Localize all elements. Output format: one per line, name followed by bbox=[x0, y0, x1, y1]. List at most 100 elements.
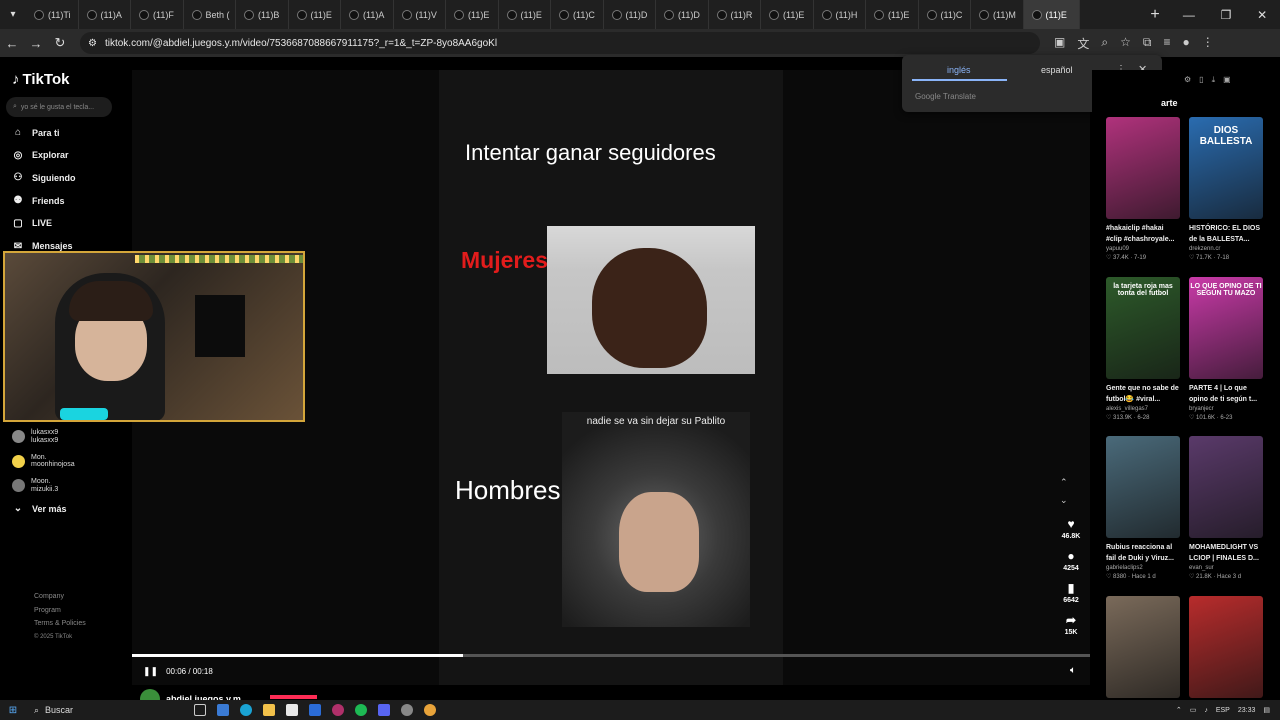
related-video-card[interactable]: Rubius reacciona al fail de Duki y Viruz… bbox=[1106, 436, 1180, 582]
browser-tab[interactable]: (11)Ti bbox=[26, 0, 79, 29]
bookmark-star-icon[interactable]: ☆ bbox=[1120, 35, 1131, 52]
app-icon[interactable] bbox=[332, 704, 344, 716]
browser-tab[interactable]: (11)E bbox=[499, 0, 551, 29]
extensions-icon[interactable]: ⧉ bbox=[1143, 35, 1152, 52]
next-video-icon[interactable]: ⌄ bbox=[1060, 491, 1068, 509]
notification-icon[interactable]: ▤ bbox=[1263, 706, 1270, 714]
related-video-card[interactable]: DIOS BALLESTA HISTÓRICO: EL DIOS de la BA… bbox=[1189, 117, 1263, 263]
browser-tab[interactable]: (11)H bbox=[814, 0, 866, 29]
task-view-icon[interactable] bbox=[194, 704, 206, 716]
related-video-card[interactable]: LO QUE OPINO DE TI SEGÚN TU MAZO PARTE 4 … bbox=[1189, 276, 1263, 423]
tab-label: (11)V bbox=[415, 9, 437, 20]
discord-icon[interactable] bbox=[378, 704, 390, 716]
store-icon[interactable] bbox=[286, 704, 298, 716]
tray-chevron-icon[interactable]: ⌃ bbox=[1176, 706, 1182, 714]
obs-icon[interactable] bbox=[401, 704, 413, 716]
forward-icon[interactable]: → bbox=[24, 36, 48, 51]
following-account[interactable]: Moon. mizukii.3 bbox=[12, 478, 58, 493]
tray-lang[interactable]: ESP bbox=[1216, 707, 1230, 714]
volume-icon[interactable]: 🔈︎ bbox=[1070, 665, 1076, 676]
copilot-icon[interactable] bbox=[217, 704, 229, 716]
close-window-icon[interactable]: ✕ bbox=[1257, 8, 1267, 22]
browser-tab[interactable]: (11)A bbox=[341, 0, 394, 29]
pause-icon[interactable]: ❚❚ bbox=[143, 666, 158, 677]
browser-menu-icon[interactable]: ⋮ bbox=[1202, 35, 1214, 52]
see-more-button[interactable]: ⌄ Ver más bbox=[12, 503, 67, 514]
browser-tab[interactable]: (11)D bbox=[656, 0, 709, 29]
windows-start-icon[interactable]: ⊞ bbox=[0, 705, 26, 716]
browser-tab[interactable]: (11)M bbox=[971, 0, 1024, 29]
sidebar-item-messages[interactable]: ✉ Mensajes bbox=[12, 241, 73, 252]
browser-tab[interactable]: (11)F bbox=[131, 0, 184, 29]
pip-icon[interactable]: ▣ bbox=[1223, 75, 1231, 85]
browser-tab[interactable]: (11)E bbox=[761, 0, 814, 29]
sidebar-item-compass[interactable]: ◎ Explorar bbox=[12, 150, 69, 161]
related-video-card[interactable]: MOHAMEDLIGHT VS LCIOP | FINALES D... evan… bbox=[1189, 436, 1263, 582]
tray-clock[interactable]: 23:33 bbox=[1238, 707, 1256, 714]
browser-tab[interactable]: (11)E bbox=[866, 0, 919, 29]
browser-tab[interactable]: (11)E bbox=[1023, 0, 1080, 29]
following-account[interactable]: Mon. moonhinojosa bbox=[12, 454, 75, 469]
video-progress-bar[interactable] bbox=[132, 654, 1090, 657]
translate-icon[interactable]: 文 bbox=[1077, 35, 1089, 52]
share-icon[interactable]: ➦ bbox=[1066, 613, 1076, 627]
maximize-icon[interactable]: ❐ bbox=[1221, 8, 1232, 22]
translate-tab-from[interactable]: inglés bbox=[947, 65, 971, 75]
tiktok-logo[interactable]: ♪ TikTok bbox=[12, 71, 69, 88]
prev-video-icon[interactable]: ⌃ bbox=[1060, 473, 1068, 491]
related-video-card[interactable]: #hakaiclip #hakai #clip #chashroyale... y… bbox=[1106, 117, 1180, 263]
related-video-card[interactable]: la tarjeta roja mas tonta del futbol Gent… bbox=[1106, 276, 1180, 423]
file-explorer-icon[interactable] bbox=[263, 704, 275, 716]
new-tab-button[interactable]: + bbox=[1140, 6, 1170, 24]
outlook-icon[interactable] bbox=[309, 704, 321, 716]
search-input[interactable]: ⌕ yo sé le gusta el tecla... bbox=[6, 97, 112, 117]
minimize-icon[interactable]: — bbox=[1183, 8, 1195, 22]
network-icon[interactable]: ▭ bbox=[1190, 706, 1197, 714]
browser-tab[interactable]: (11)D bbox=[604, 0, 656, 29]
toolbar-icons: ▣ 文 ⌕ ☆ ⧉ ≡ ● ⋮ bbox=[1054, 35, 1214, 52]
reload-icon[interactable]: ↻ bbox=[48, 35, 72, 51]
browser-tab[interactable]: (11)A bbox=[79, 0, 131, 29]
footer-link-company[interactable]: Company bbox=[34, 590, 86, 604]
url-field[interactable]: ⚙ tiktok.com/@abdiel.juegos.y.m/video/75… bbox=[80, 32, 1040, 54]
browser-tab[interactable]: (11)E bbox=[289, 0, 341, 29]
download-icon[interactable]: ⤓ bbox=[1212, 75, 1216, 85]
sidebar-item-friends[interactable]: ⚉ Friends bbox=[12, 195, 65, 206]
browser-tab[interactable]: Beth ( bbox=[184, 0, 236, 29]
following-account[interactable]: lukasxx9 lukasxx9 bbox=[12, 429, 58, 444]
spotify-icon[interactable] bbox=[355, 704, 367, 716]
chrome-icon[interactable] bbox=[424, 704, 436, 716]
video-author: alexis_villegas7 bbox=[1106, 405, 1149, 412]
footer-link-terms[interactable]: Terms & Policies bbox=[34, 617, 86, 631]
follow-button[interactable] bbox=[270, 695, 317, 699]
media-icon[interactable]: ≡ bbox=[1163, 35, 1170, 52]
sidebar-item-home[interactable]: ⌂ Para ti bbox=[12, 127, 60, 138]
translate-tab-to[interactable]: español bbox=[1041, 65, 1073, 75]
cast-icon[interactable]: ▣ bbox=[1054, 35, 1065, 52]
site-info-icon[interactable]: ⚙ bbox=[88, 38, 97, 49]
volume-icon[interactable]: ♪ bbox=[1204, 707, 1208, 714]
sidebar-item-following[interactable]: ⚇ Siguiendo bbox=[12, 172, 76, 183]
related-video-card[interactable] bbox=[1106, 595, 1180, 698]
browser-tab[interactable]: (11)V bbox=[394, 0, 446, 29]
sidebar-item-live[interactable]: ▢ LIVE bbox=[12, 218, 52, 229]
device-icon[interactable]: ▯ bbox=[1199, 75, 1203, 85]
browser-tab[interactable]: (11)E bbox=[446, 0, 499, 29]
zoom-icon[interactable]: ⌕ bbox=[1101, 35, 1108, 52]
like-icon[interactable]: ♥ bbox=[1067, 517, 1074, 531]
browser-tab[interactable]: (11)C bbox=[551, 0, 604, 29]
browser-tab[interactable]: (11)R bbox=[709, 0, 761, 29]
back-icon[interactable]: ← bbox=[0, 36, 24, 51]
footer-link-program[interactable]: Program bbox=[34, 604, 86, 618]
settings-icon[interactable]: ⚙ bbox=[1184, 75, 1191, 85]
bookmark-icon[interactable]: ▮ bbox=[1068, 581, 1075, 595]
browser-tab[interactable]: (11)C bbox=[919, 0, 971, 29]
edge-icon[interactable] bbox=[240, 704, 252, 716]
taskbar-search[interactable]: ⌕ Buscar bbox=[26, 705, 186, 716]
tab-search-icon[interactable]: ▾ bbox=[0, 0, 26, 29]
profile-icon[interactable]: ● bbox=[1182, 35, 1189, 52]
browser-tab[interactable]: (11)B bbox=[236, 0, 289, 29]
related-video-card[interactable] bbox=[1189, 595, 1263, 698]
comment-icon[interactable]: ● bbox=[1067, 549, 1074, 563]
christmas-lights bbox=[135, 255, 303, 263]
